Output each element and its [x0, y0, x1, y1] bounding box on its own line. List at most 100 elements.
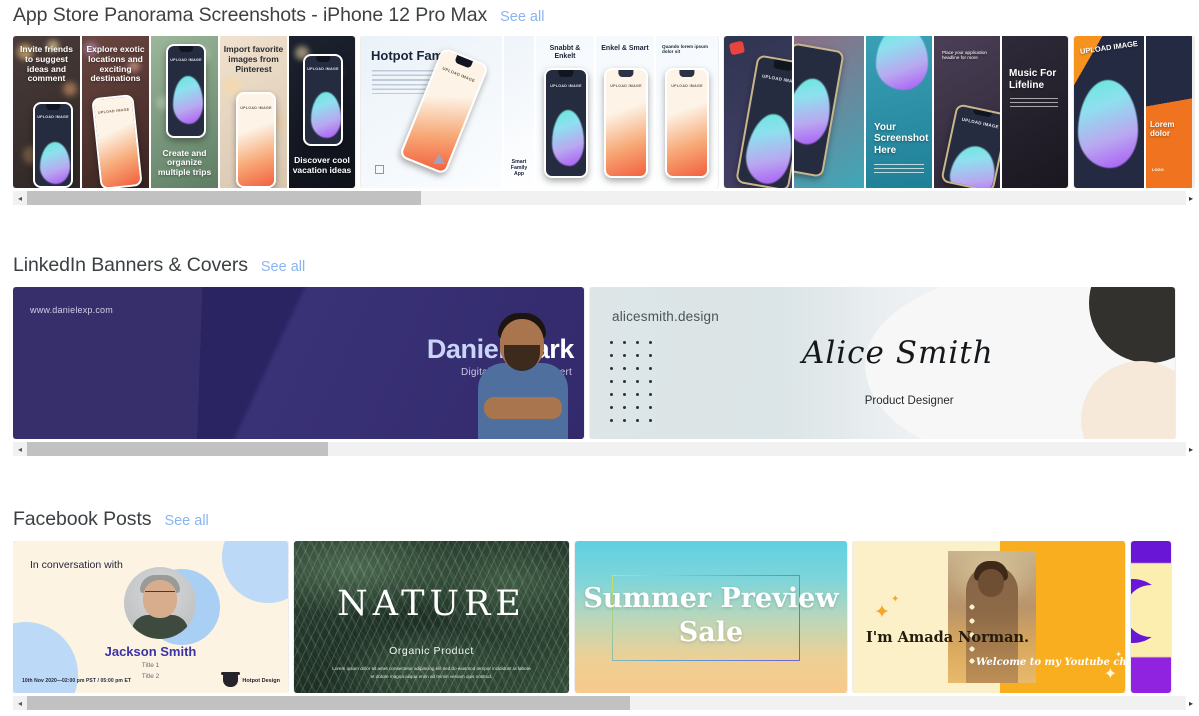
- pane-body-lines: [1010, 98, 1058, 109]
- decor-arc: [1131, 585, 1171, 637]
- carousel-strip: In conversation with Jackson Smith Title…: [13, 541, 1199, 693]
- phone-upload-label: UPLOAD IMAGE: [610, 83, 642, 88]
- scroll-right-arrow-icon[interactable]: ▸: [1183, 191, 1199, 205]
- pane-logo-label: LOGO: [1152, 167, 1164, 172]
- phone-upload-label: UPLOAD IMAGE: [240, 105, 272, 110]
- card-summer-preview-sale-post[interactable]: Summer Preview Sale: [575, 541, 847, 693]
- decor-circle: [222, 541, 288, 603]
- sparkle-icon: ✦: [1103, 666, 1117, 683]
- scrollbar-thumb[interactable]: [27, 696, 630, 710]
- pane-caption: Import favorite images from Pinterest: [223, 44, 284, 74]
- phone-mockup: UPLOAD IMAGE: [604, 68, 648, 178]
- section-facebook-posts: Facebook Posts See all In conversation w…: [0, 508, 1199, 710]
- post-line-1: Summer Preview: [583, 583, 839, 614]
- phone-upload-label: UPLOAD IMAGE: [170, 57, 202, 62]
- panorama-pane: UPLOAD IMAGE Discover cool vacation idea…: [289, 36, 355, 188]
- phone-notch: [558, 70, 574, 78]
- post-subtitle: Welcome to my Youtube channel!: [976, 657, 1125, 668]
- see-all-link-app-store[interactable]: See all: [500, 9, 544, 25]
- phone-notch: [679, 70, 695, 78]
- phone-upload-label: UPLOAD IMAGE: [671, 83, 703, 88]
- card-hotpot-family-panorama[interactable]: Hotpot Family UPLOAD IMAGE Smart Family …: [361, 36, 718, 188]
- scrollbar-track[interactable]: [27, 696, 1186, 710]
- post-subtitle: Organic Product: [389, 645, 474, 657]
- section-header: App Store Panorama Screenshots - iPhone …: [0, 4, 1199, 27]
- post-label: In conversation with: [30, 559, 123, 571]
- banner-decor-dot-grid: [610, 341, 662, 432]
- phone-notch: [46, 104, 60, 110]
- phone-mockup: UPLOAD IMAGE: [33, 102, 73, 188]
- post-brand: Hotpot Design: [221, 672, 280, 687]
- panorama-pane: Quando lorem ipsum dolor sit UPLOAD IMAG…: [656, 36, 718, 188]
- section-title-facebook: Facebook Posts: [13, 508, 152, 530]
- panorama-pane: Import favorite images from Pinterest UP…: [220, 36, 289, 188]
- phone-upload-label: UPLOAD IMAGE: [441, 65, 476, 84]
- section-linkedin-banners: LinkedIn Banners & Covers See all www.da…: [0, 254, 1199, 456]
- phone-upload-label: UPLOAD IMAGE: [961, 116, 1000, 130]
- phone-notch: [316, 56, 330, 63]
- carousel-facebook: In conversation with Jackson Smith Title…: [0, 541, 1199, 693]
- card-purple-yellow-post[interactable]: [1131, 541, 1171, 693]
- banner-url: alicesmith.design: [612, 309, 719, 324]
- card-music-for-lifeline-panorama[interactable]: UPLOAD IMAGE Your Screenshot Here Place …: [724, 36, 1068, 188]
- scrollbar-track[interactable]: [27, 442, 1186, 456]
- see-all-link-facebook[interactable]: See all: [164, 513, 208, 529]
- scroll-left-arrow-icon[interactable]: ◂: [13, 191, 27, 205]
- panorama-pane: Smart Family App: [504, 36, 536, 188]
- pane-caption: UPLOAD IMAGE: [1079, 38, 1139, 57]
- sparkle-icon: ✦: [891, 594, 900, 605]
- card-in-conversation-with-post[interactable]: In conversation with Jackson Smith Title…: [13, 541, 288, 693]
- scroll-left-arrow-icon[interactable]: ◂: [13, 442, 27, 456]
- panorama-pane: Your Screenshot Here: [866, 36, 934, 188]
- pane-caption: Lorem dolor: [1150, 120, 1175, 139]
- hotpot-logo-icon: [221, 672, 241, 687]
- phone-upload-label: UPLOAD IMAGE: [550, 83, 582, 88]
- panorama-pane: UPLOAD IMAGE: [1074, 36, 1146, 188]
- card-amada-norman-post[interactable]: ✦ ✦ ✦ ✦ I'm Amada Norman. Welcome to my …: [853, 541, 1125, 693]
- panorama-pane: UPLOAD IMAGE: [724, 36, 794, 188]
- panorama-pane: Music For Lifeline: [1002, 36, 1068, 188]
- scroll-right-arrow-icon[interactable]: ▸: [1183, 696, 1199, 710]
- banner-url: www.danielexp.com: [30, 305, 113, 315]
- pane-caption: Smart Family App: [510, 159, 528, 178]
- card-nature-organic-post[interactable]: NATURE Organic Product Lorem ipsum dolor…: [294, 541, 569, 693]
- card-travel-bokeh-panorama[interactable]: Invite friends to suggest ideas and comm…: [13, 36, 355, 188]
- see-all-link-linkedin[interactable]: See all: [261, 259, 305, 275]
- phone-mockup: UPLOAD IMAGE: [735, 54, 794, 188]
- card-alice-smith-banner[interactable]: alicesmith.design Alice Smith Product De…: [590, 287, 1175, 439]
- section-title-linkedin: LinkedIn Banners & Covers: [13, 254, 248, 276]
- sparkle-icon: ✦: [874, 602, 890, 623]
- post-person-name: I'm Amada Norman.: [866, 629, 1030, 646]
- template-gallery-page: App Store Panorama Screenshots - iPhone …: [0, 0, 1199, 716]
- pane-caption: Enkel & Smart: [601, 45, 649, 52]
- pane-caption: Create and organize multiple trips: [157, 147, 212, 178]
- phone-notch: [972, 108, 993, 119]
- phone-mockup: UPLOAD IMAGE: [303, 54, 343, 146]
- phone-mockup: UPLOAD IMAGE: [544, 68, 588, 178]
- phone-upload-label: UPLOAD IMAGE: [307, 67, 339, 72]
- pane-caption: Your Screenshot Here: [874, 121, 929, 156]
- panorama-pane: Place your application headline for more…: [934, 36, 1002, 188]
- pane-caption: Place your application headline for more: [942, 50, 987, 61]
- carousel-app-store: Invite friends to suggest ideas and comm…: [0, 36, 1199, 188]
- page-title: App Store Panorama Screenshots - iPhone …: [13, 4, 488, 26]
- scrollbar-thumb[interactable]: [27, 442, 329, 456]
- phone-upload-label: UPLOAD IMAGE: [761, 73, 794, 86]
- scrollbar-app-store[interactable]: ◂ ▸: [13, 191, 1193, 205]
- section-header: LinkedIn Banners & Covers See all: [0, 254, 1199, 277]
- scrollbar-thumb[interactable]: [27, 191, 422, 205]
- app-logo-icon: [728, 40, 746, 56]
- phone-mockup: [794, 42, 845, 178]
- post-brand-label: Hotpot Design: [242, 677, 280, 684]
- panorama-pane: Snabbt & Enkelt UPLOAD IMAGE: [536, 36, 596, 188]
- scroll-left-arrow-icon[interactable]: ◂: [13, 696, 27, 710]
- scrollbar-facebook[interactable]: ◂ ▸: [13, 696, 1193, 710]
- pane-caption: Music For Lifeline: [1009, 68, 1057, 91]
- phone-notch: [773, 59, 792, 72]
- phone-upload-label: UPLOAD IMAGE: [37, 114, 69, 119]
- scroll-right-arrow-icon[interactable]: ▸: [1183, 442, 1199, 456]
- card-orange-lorem-panorama[interactable]: UPLOAD IMAGE Lorem dolor LOGO: [1074, 36, 1194, 188]
- scrollbar-track[interactable]: [27, 191, 1186, 205]
- card-daniel-mark-banner[interactable]: www.danielexp.com Daniel Mark Digital Ma…: [13, 287, 584, 439]
- scrollbar-linkedin[interactable]: ◂ ▸: [13, 442, 1193, 456]
